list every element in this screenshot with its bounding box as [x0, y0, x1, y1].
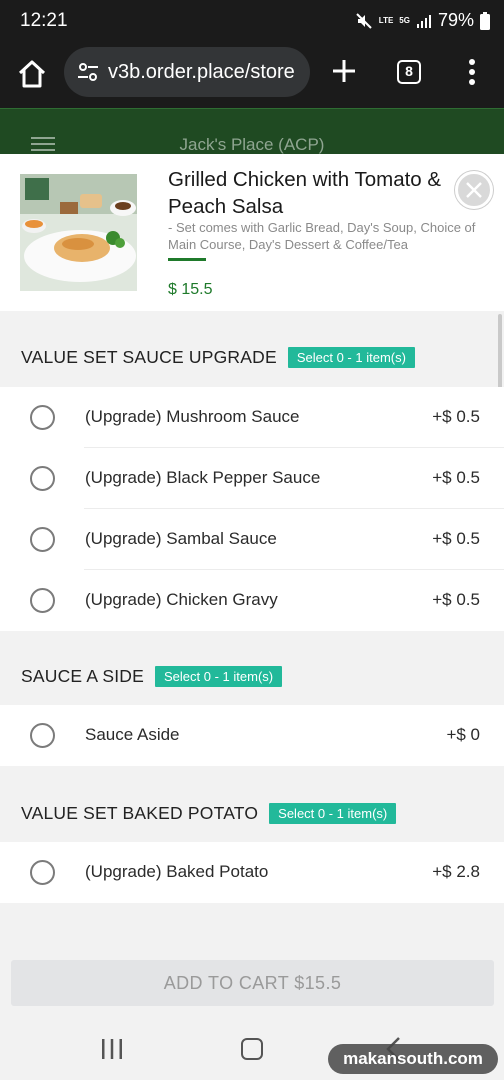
radio-button[interactable]	[30, 405, 55, 430]
option-price: +$ 0.5	[432, 407, 480, 426]
option-price: +$ 2.8	[432, 862, 480, 881]
section-title: VALUE SET BAKED POTATO	[21, 803, 259, 823]
product-description: - Set comes with Garlic Bread, Day's Sou…	[168, 220, 476, 252]
recent-apps-icon[interactable]	[100, 1038, 124, 1060]
radio-button[interactable]	[30, 588, 55, 613]
network-type-icon: 5G	[399, 15, 410, 25]
option-group-sauce-aside: Sauce Aside +$ 0	[0, 705, 504, 766]
option-label[interactable]: (Upgrade) Chicken Gravy	[85, 590, 278, 610]
mute-icon	[356, 12, 372, 29]
status-icons: LTE 5G 79%	[355, 10, 490, 31]
option-price: +$ 0.5	[432, 529, 480, 548]
product-options-sheet: Grilled Chicken with Tomato & Peach Sals…	[0, 154, 504, 1018]
option-price: +$ 0.5	[432, 590, 480, 609]
option-label[interactable]: Sauce Aside	[85, 725, 180, 745]
option-row[interactable]: (Upgrade) Mushroom Sauce +$ 0.5	[0, 387, 504, 448]
option-price: +$ 0.5	[432, 468, 480, 487]
address-bar[interactable]: v3b.order.place/store	[64, 47, 310, 97]
status-time: 12:21	[20, 10, 68, 31]
site-header: Jack's Place (ACP)	[0, 108, 504, 154]
product-header: Grilled Chicken with Tomato & Peach Sals…	[0, 154, 504, 311]
option-row[interactable]: (Upgrade) Sambal Sauce +$ 0.5	[0, 509, 504, 570]
selection-badge: Select 0 - 1 item(s)	[269, 803, 397, 824]
option-label[interactable]: (Upgrade) Sambal Sauce	[85, 529, 277, 549]
site-settings-icon[interactable]	[76, 60, 100, 84]
option-price: +$ 0	[446, 725, 480, 744]
radio-button[interactable]	[30, 466, 55, 491]
section-header-sauce-aside: SAUCE A SIDE Select 0 - 1 item(s)	[21, 666, 283, 687]
radio-button[interactable]	[30, 527, 55, 552]
section-title: SAUCE A SIDE	[21, 666, 145, 686]
more-options-icon[interactable]	[460, 58, 484, 86]
browser-toolbar: v3b.order.place/store 8	[0, 44, 504, 108]
option-label[interactable]: (Upgrade) Mushroom Sauce	[85, 407, 299, 427]
signal-icon	[416, 14, 431, 28]
option-row[interactable]: Sauce Aside +$ 0	[0, 705, 504, 766]
product-divider	[168, 258, 206, 261]
store-name: Jack's Place (ACP)	[179, 135, 325, 154]
selection-badge: Select 0 - 1 item(s)	[287, 347, 415, 368]
section-title: VALUE SET SAUCE UPGRADE	[21, 347, 277, 367]
product-name: Grilled Chicken with Tomato & Peach Sals…	[168, 168, 442, 218]
radio-button[interactable]	[30, 860, 55, 885]
close-button[interactable]	[455, 171, 493, 209]
product-image	[20, 174, 137, 291]
status-bar: 12:21 LTE 5G 79%	[0, 0, 504, 44]
option-group-baked-potato: (Upgrade) Baked Potato +$ 2.8	[0, 842, 504, 903]
option-label[interactable]: (Upgrade) Baked Potato	[85, 862, 268, 882]
option-row[interactable]: (Upgrade) Baked Potato +$ 2.8	[0, 842, 504, 903]
section-header-sauce-upgrade: VALUE SET SAUCE UPGRADE Select 0 - 1 ite…	[21, 347, 415, 368]
url-text[interactable]: v3b.order.place/store	[108, 61, 295, 84]
battery-icon	[480, 11, 490, 30]
option-row[interactable]: (Upgrade) Chicken Gravy +$ 0.5	[0, 570, 504, 631]
watermark: makansouth.com	[328, 1044, 498, 1074]
volte-icon: LTE	[378, 15, 394, 25]
tab-switcher-button[interactable]: 8	[397, 60, 421, 84]
battery-percent: 79%	[437, 10, 474, 30]
close-icon[interactable]	[458, 174, 490, 206]
product-price: $ 15.5	[168, 281, 213, 298]
option-group-sauce-upgrade: (Upgrade) Mushroom Sauce +$ 0.5 (Upgrade…	[0, 387, 504, 631]
home-icon[interactable]	[16, 58, 48, 90]
section-header-baked-potato: VALUE SET BAKED POTATO Select 0 - 1 item…	[21, 803, 397, 824]
add-to-cart-button[interactable]: ADD TO CART $15.5	[11, 960, 494, 1006]
option-row[interactable]: (Upgrade) Black Pepper Sauce +$ 0.5	[0, 448, 504, 509]
new-tab-icon[interactable]	[330, 57, 358, 85]
radio-button[interactable]	[30, 723, 55, 748]
option-label[interactable]: (Upgrade) Black Pepper Sauce	[85, 468, 320, 488]
selection-badge: Select 0 - 1 item(s)	[155, 666, 283, 687]
cart-footer: ADD TO CART $15.5	[0, 940, 504, 1018]
home-nav-icon[interactable]	[241, 1038, 263, 1060]
